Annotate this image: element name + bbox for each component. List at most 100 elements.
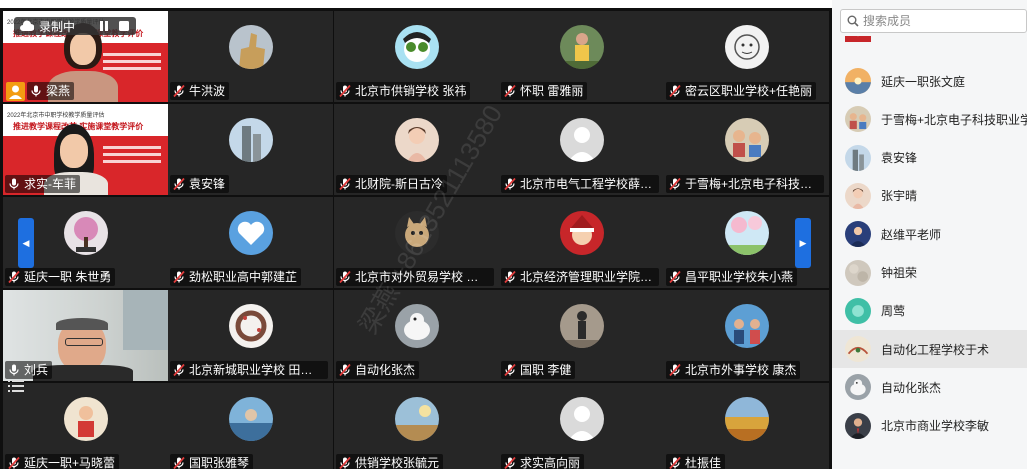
participant-tile[interactable]: 北京市对外贸易学校 路颖: [334, 197, 499, 288]
stop-icon[interactable]: [118, 20, 130, 32]
mic-muted-icon: [173, 363, 185, 377]
video-grid: 2022年北京市中职学校教学质量评估推进教学课程改革 实施课堂教学评价梁燕牛洪波…: [0, 8, 832, 469]
chevron-right-icon: ▶: [799, 237, 807, 248]
member-avatar-image: [845, 259, 871, 286]
avatar-image: [228, 304, 273, 349]
cloud-record-icon: [20, 20, 34, 31]
avatar-image: [394, 118, 439, 163]
participant-nametag: 国职张雅琴: [170, 454, 254, 469]
member-avatar: [845, 36, 871, 42]
participant-tile[interactable]: 国职 李健: [499, 290, 664, 381]
participant-tile[interactable]: 2022年北京市中职学校教学质量评估 推进教学课程改革 实施课堂教学评价 求实-车菲: [3, 104, 168, 195]
participant-nametag: 刘兵: [5, 361, 53, 379]
participant-tile[interactable]: 牛洪波: [168, 11, 333, 102]
participant-nametag: 北京新城职业学校 田贺男: [170, 361, 328, 379]
participant-tile[interactable]: 密云区职业学校+任艳丽: [664, 11, 829, 102]
member-item[interactable]: 赵维平老师: [832, 215, 1027, 253]
member-item[interactable]: 张宇晴: [832, 177, 1027, 215]
member-item[interactable]: 钟祖荣: [832, 254, 1027, 292]
member-item[interactable]: 自动化工程学校于术: [832, 330, 1027, 369]
mic-muted-icon: [504, 177, 516, 191]
participant-tile[interactable]: 北京市外事学校 康杰: [664, 290, 829, 381]
participant-tile[interactable]: 于雪梅+北京电子科技职...: [664, 104, 829, 195]
participant-tile[interactable]: 北财院-斯日古冷: [334, 104, 499, 195]
participant-avatar: [559, 211, 604, 256]
participant-tile[interactable]: 国职张雅琴: [168, 383, 333, 469]
participant-avatar: [63, 397, 108, 442]
member-avatar-image: [845, 412, 871, 439]
mic-icon: [31, 85, 41, 97]
mic-muted-icon: [504, 84, 516, 98]
participant-nametag: 北财院-斯日古冷: [336, 175, 447, 193]
participant-tile[interactable]: 杜振佳: [664, 383, 829, 469]
participant-tile[interactable]: 怀职 雷雅丽: [499, 11, 664, 102]
participant-name: 北京市供销学校 张祎: [355, 84, 467, 98]
participant-tile[interactable]: 北京新城职业学校 田贺男: [168, 290, 333, 381]
participant-name: 求实高向丽: [520, 456, 581, 469]
avatar-image: [559, 397, 604, 442]
member-item[interactable]: 周莺: [832, 292, 1027, 330]
avatar-image: [394, 211, 439, 256]
participant-name: 牛洪波: [189, 84, 226, 98]
mic-muted-icon: [173, 270, 185, 284]
member-item[interactable]: 袁安锋: [832, 139, 1027, 177]
participant-tile[interactable]: 北京市电气工程学校薛翠花: [499, 104, 664, 195]
participant-avatar: [228, 397, 273, 442]
prev-page-button[interactable]: ◀: [18, 218, 34, 268]
member-item-partial[interactable]: [832, 36, 1027, 48]
member-avatar: [845, 336, 871, 363]
mic-muted-icon: [339, 84, 351, 98]
participant-name: 袁安锋: [189, 177, 226, 191]
member-avatar-image: [845, 336, 871, 363]
member-search[interactable]: [840, 9, 1027, 33]
member-name: 延庆一职张文庭: [881, 74, 966, 89]
participant-name: 劲松职业高中郭建芷: [189, 270, 298, 284]
member-name: 袁安锋: [881, 151, 918, 166]
avatar-image: [63, 211, 108, 256]
participant-name: 延庆一职 朱世勇: [24, 270, 112, 284]
pause-icon[interactable]: [98, 20, 110, 32]
mic-muted-icon: [339, 456, 351, 469]
mic-muted-icon: [8, 270, 20, 284]
participant-tile[interactable]: 袁安锋: [168, 104, 333, 195]
participant-tile[interactable]: 自动化张杰: [334, 290, 499, 381]
next-page-button[interactable]: ▶: [795, 218, 811, 268]
member-item[interactable]: 北京市商业学校李敏: [832, 407, 1027, 445]
member-item[interactable]: 自动化张杰: [832, 368, 1027, 406]
member-item[interactable]: 于雪梅+北京电子科技职业学院: [832, 100, 1027, 138]
mic-muted-icon: [173, 177, 185, 191]
participant-name: 延庆一职+马晓蕾: [24, 456, 116, 469]
participant-tile[interactable]: 刘兵: [3, 290, 168, 381]
member-name: 自动化工程学校于术: [881, 342, 990, 357]
host-icon: [6, 82, 25, 101]
participant-tile[interactable]: 供销学校张毓元: [334, 383, 499, 469]
mic-muted-icon: [504, 456, 516, 469]
member-name: 自动化张杰: [881, 380, 942, 395]
participant-avatar: [394, 397, 439, 442]
participant-avatar: [394, 304, 439, 349]
participant-avatar: [724, 25, 769, 70]
member-avatar: [845, 374, 871, 401]
member-avatar-image: [845, 374, 871, 401]
menu-icon[interactable]: [8, 379, 24, 393]
recording-indicator[interactable]: 录制中: [14, 17, 136, 35]
mic-muted-icon: [669, 177, 681, 191]
search-input[interactable]: [863, 14, 1013, 28]
avatar-image: [559, 211, 604, 256]
participant-avatar: [559, 25, 604, 70]
participant-name: 密云区职业学校+任艳丽: [685, 84, 813, 98]
participant-tile[interactable]: 求实高向丽: [499, 383, 664, 469]
mic-muted-icon: [173, 84, 185, 98]
participant-tile[interactable]: 延庆一职+马晓蕾: [3, 383, 168, 469]
participant-nametag: 自动化张杰: [336, 361, 420, 379]
avatar-image: [724, 397, 769, 442]
avatar-image: [228, 211, 273, 256]
participant-avatar: [228, 25, 273, 70]
participant-avatar: [724, 211, 769, 256]
participant-nametag: 劲松职业高中郭建芷: [170, 268, 302, 286]
participant-tile[interactable]: 劲松职业高中郭建芷: [168, 197, 333, 288]
member-item[interactable]: 延庆一职张文庭: [832, 62, 1027, 100]
participant-tile[interactable]: 北京市供销学校 张祎: [334, 11, 499, 102]
participant-tile[interactable]: 北京经济管理职业学院 胡...: [499, 197, 664, 288]
participant-name: 北京经济管理职业学院 胡...: [520, 270, 655, 284]
